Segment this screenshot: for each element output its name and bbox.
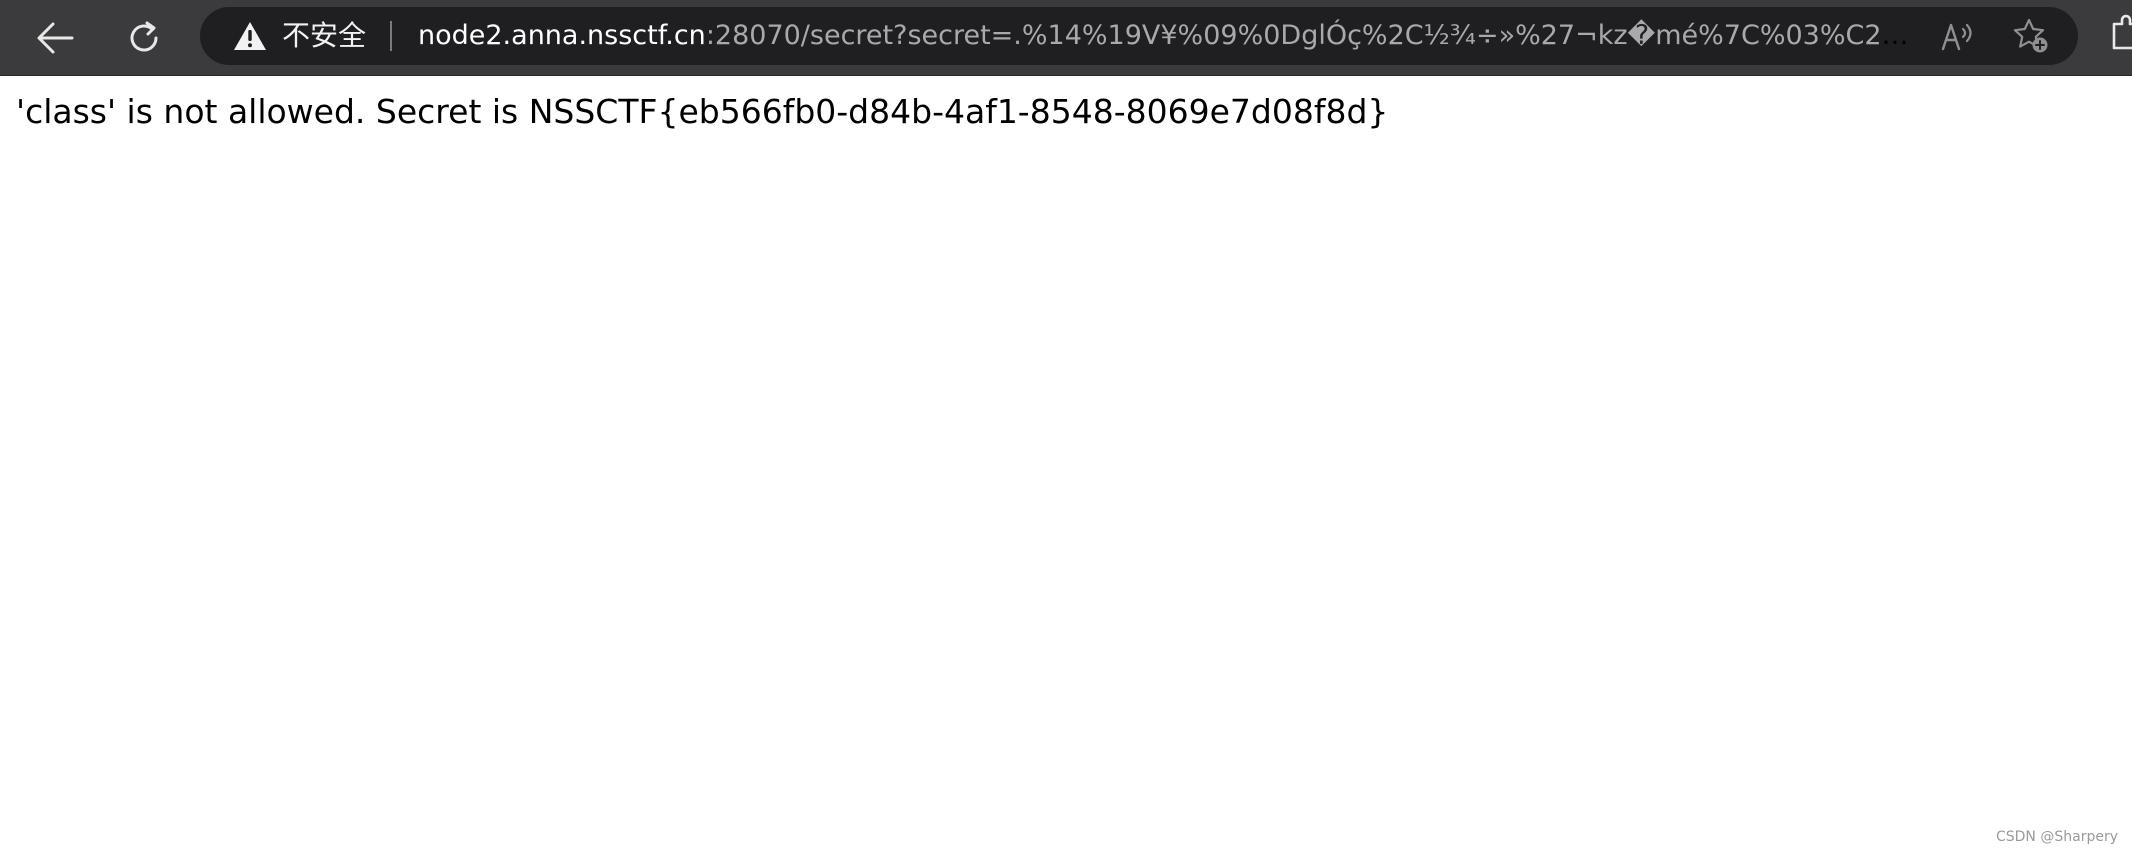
security-status-label[interactable]: 不安全 [282, 7, 366, 65]
reload-button[interactable] [116, 10, 172, 66]
address-bar-divider [390, 21, 392, 51]
watermark: CSDN @Sharpery [1995, 829, 2118, 845]
back-button[interactable] [27, 10, 83, 66]
url-host: node2.anna.nssctf.cn [418, 20, 706, 51]
extensions-button[interactable] [2108, 14, 2132, 58]
page-message: 'class' is not allowed. Secret is NSSCTF… [16, 92, 1389, 131]
browser-toolbar: 不安全 node2.anna.nssctf.cn:28070/secret?se… [0, 0, 2132, 76]
url-path: :28070/secret?secret=.%14%19V¥%09%0DglÓç… [705, 20, 1918, 51]
add-favorite-icon [2013, 18, 2048, 53]
url-text[interactable]: node2.anna.nssctf.cn:28070/secret?secret… [418, 7, 1918, 65]
back-arrow-icon [37, 22, 74, 54]
read-aloud-button[interactable] [1938, 16, 1978, 56]
warning-triangle-icon[interactable] [233, 21, 267, 51]
add-favorite-button[interactable] [2011, 16, 2051, 56]
reload-icon [130, 21, 158, 52]
read-aloud-icon [1941, 23, 1972, 51]
address-bar[interactable]: 不安全 node2.anna.nssctf.cn:28070/secret?se… [200, 7, 2078, 65]
extensions-icon [2112, 14, 2132, 50]
